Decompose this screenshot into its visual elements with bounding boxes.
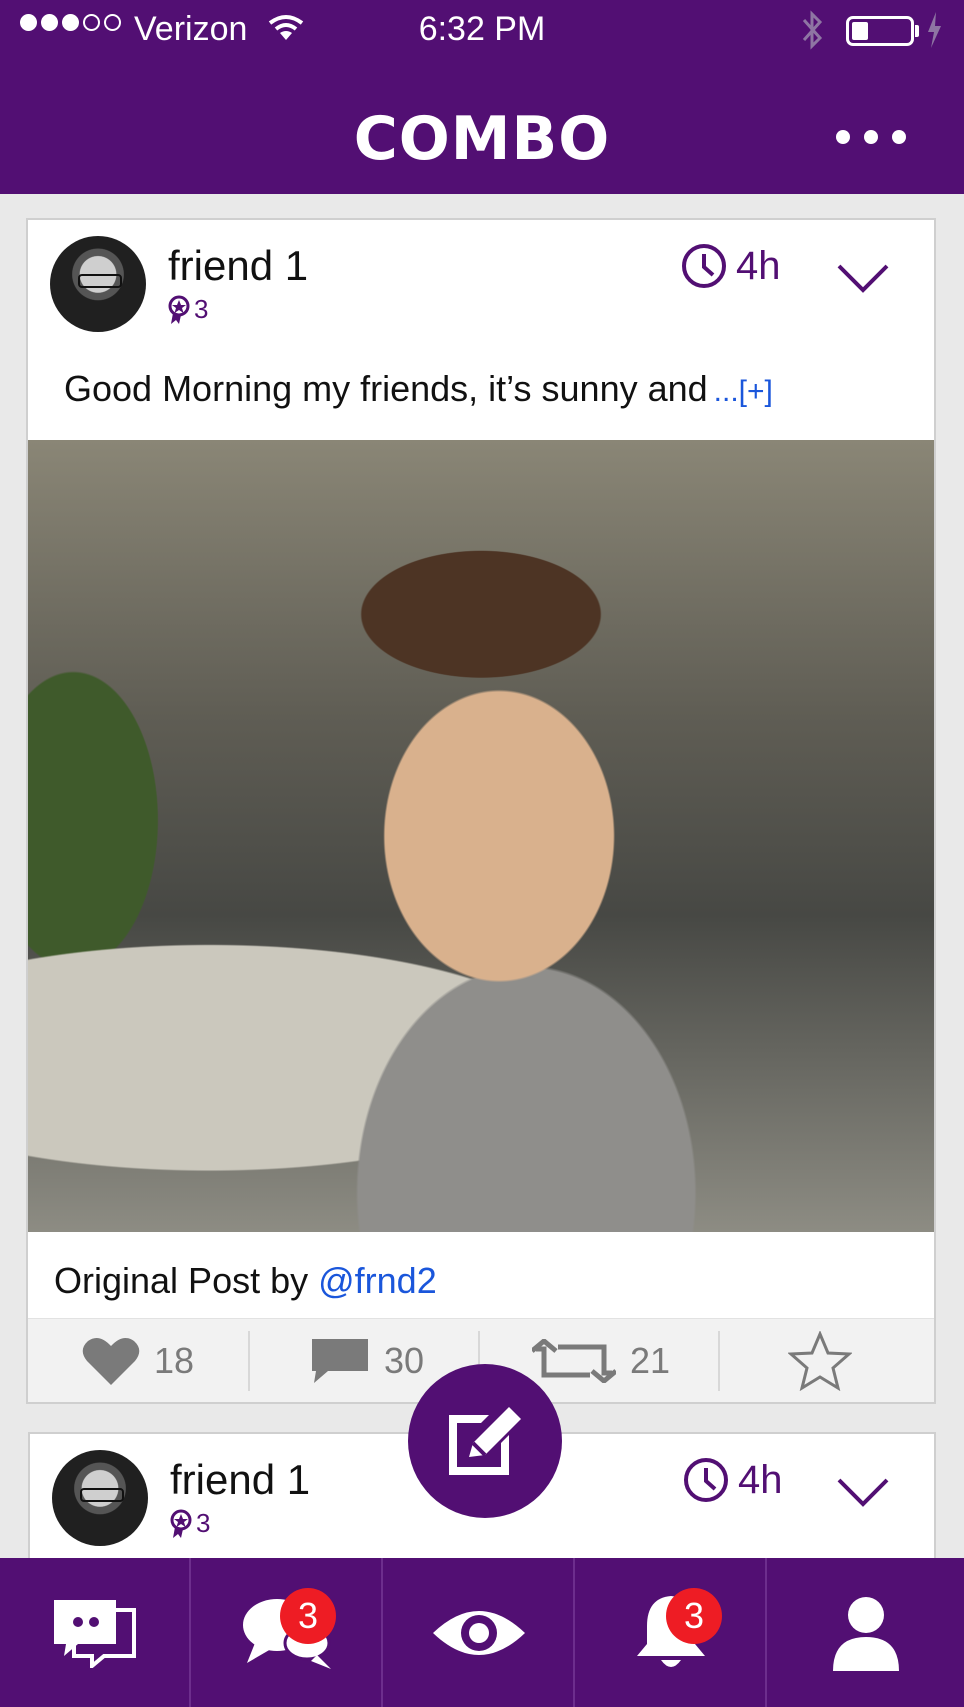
post-card: friend 1 3 4h Good Morning my friends, i… [26,218,936,1404]
clock-icon [682,244,726,288]
original-post-label: Original Post by [54,1260,319,1301]
repost-icon [532,1339,616,1383]
post-body: Good Morning my friends, it’s sunny and [64,368,708,409]
app-title: COMBO [353,104,611,174]
avatar[interactable] [50,236,146,332]
post-text: Good Morning my friends, it’s sunny and.… [64,368,773,410]
post-time: 4h [682,1456,783,1504]
time-ago: 4h [736,243,781,288]
clock-icon [684,1458,728,1502]
star-icon [788,1331,852,1391]
repost-button[interactable]: 21 [532,1319,670,1403]
bluetooth-icon [802,10,823,50]
tab-profile[interactable] [768,1558,964,1707]
bottom-nav: 3 3 [0,1558,964,1707]
comment-button[interactable]: 30 [310,1319,424,1403]
post-time: 4h [680,242,781,290]
messages-badge: 3 [280,1588,336,1644]
compose-icon [449,1407,521,1475]
comment-count: 30 [384,1340,425,1381]
original-author-link[interactable]: @frnd2 [318,1260,437,1301]
top-bar: Verizon 6:32 PM COMBO [0,0,964,194]
more-icon[interactable] [836,130,906,144]
status-bar: Verizon 6:32 PM [0,0,964,60]
award-icon [170,1509,192,1538]
time-ago: 4h [738,1457,783,1502]
favorite-button[interactable] [788,1319,852,1403]
chat-icon [53,1599,136,1668]
chevron-down-icon[interactable] [836,1476,890,1508]
tab-notifications[interactable]: 3 [576,1558,767,1707]
badge-count: 3 [194,294,209,324]
eye-icon [432,1610,525,1655]
comment-icon [312,1339,368,1383]
rank-badge: 3 [168,294,208,325]
rank-badge: 3 [170,1508,210,1539]
author-name[interactable]: friend 1 [170,1456,310,1504]
award-icon [168,295,190,324]
battery-icon [846,16,914,46]
expand-link[interactable]: ...[+] [714,375,773,408]
compose-button[interactable] [408,1364,562,1518]
charging-icon [928,12,941,48]
user-icon [833,1596,899,1671]
chevron-down-icon[interactable] [836,262,890,294]
badge-count: 3 [196,1508,211,1538]
original-post-credit: Original Post by @frnd2 [54,1260,437,1302]
repost-count: 21 [630,1340,671,1381]
like-button[interactable]: 18 [82,1319,194,1403]
like-count: 18 [154,1340,195,1381]
notifications-badge: 3 [666,1588,722,1644]
avatar[interactable] [52,1450,148,1546]
tab-watch[interactable] [384,1558,575,1707]
tab-chat[interactable] [0,1558,191,1707]
post-photo[interactable] [28,440,934,1232]
tab-messages[interactable]: 3 [192,1558,383,1707]
heart-icon [82,1337,140,1385]
author-name[interactable]: friend 1 [168,242,308,290]
